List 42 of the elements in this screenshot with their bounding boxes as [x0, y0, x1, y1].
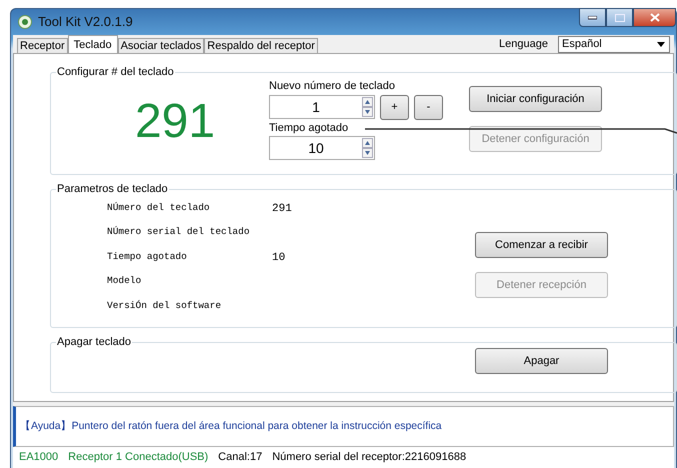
- parameter-label: NÚmero serial del teclado: [107, 225, 251, 240]
- group-title: Configurar # del teclado: [56, 66, 175, 78]
- field-label: Tiempo agotado: [269, 120, 350, 136]
- language-select[interactable]: Español: [558, 36, 670, 52]
- parameter-label: Tiempo agotado: [107, 250, 188, 264]
- status-text: Receptor 1 Conectado(USB): [68, 450, 208, 466]
- parameter-label: NÚmero del teclado: [107, 201, 211, 215]
- step-button[interactable]: -: [414, 94, 443, 120]
- parameter-label: VersiÓn del software: [107, 298, 222, 313]
- status-text: Número serial del receptor:2216091688: [272, 450, 466, 466]
- parameter-value: 10: [272, 250, 286, 266]
- tab[interactable]: Receptor: [17, 38, 68, 53]
- number-field[interactable]: 1: [269, 95, 375, 119]
- maximize-button[interactable]: [606, 8, 633, 27]
- spin-arrows-icon[interactable]: [362, 138, 373, 158]
- app-icon: [18, 15, 32, 29]
- tab[interactable]: Asociar teclados: [118, 38, 204, 53]
- tab[interactable]: Respaldo del receptor: [204, 38, 318, 53]
- number-field[interactable]: 10: [269, 136, 375, 160]
- close-icon: [650, 13, 660, 22]
- tab[interactable]: Teclado: [68, 35, 118, 53]
- window-title: Tool Kit V2.0.1.9: [38, 13, 133, 32]
- keyboard-number: 291: [134, 94, 216, 150]
- minimize-icon: [588, 16, 597, 20]
- spin-arrows-icon[interactable]: [362, 97, 373, 117]
- dropdown-arrow-icon: [657, 42, 665, 46]
- group-title: Apagar teclado: [56, 336, 132, 348]
- language-label: Lenguage: [499, 36, 548, 52]
- group-title: Parametros de teclado: [56, 183, 169, 195]
- button[interactable]: Comenzar a recibir: [475, 232, 608, 258]
- field-label: Nuevo número de teclado: [269, 79, 396, 94]
- status-text: EA1000: [19, 450, 58, 466]
- parameter-value: 291: [272, 202, 292, 217]
- button[interactable]: Apagar: [475, 348, 608, 374]
- help-text: 【Ayuda】Puntero del ratón fuera del área funcional para obtener la instrucción específica: [20, 418, 442, 434]
- step-button[interactable]: +: [380, 94, 409, 120]
- maximize-icon: [614, 14, 624, 22]
- parameter-label: Modelo: [107, 274, 142, 288]
- close-button[interactable]: [633, 8, 676, 27]
- button[interactable]: Iniciar configuración: [469, 86, 602, 112]
- status-text: Canal:17: [218, 450, 262, 466]
- minimize-button[interactable]: [579, 8, 606, 27]
